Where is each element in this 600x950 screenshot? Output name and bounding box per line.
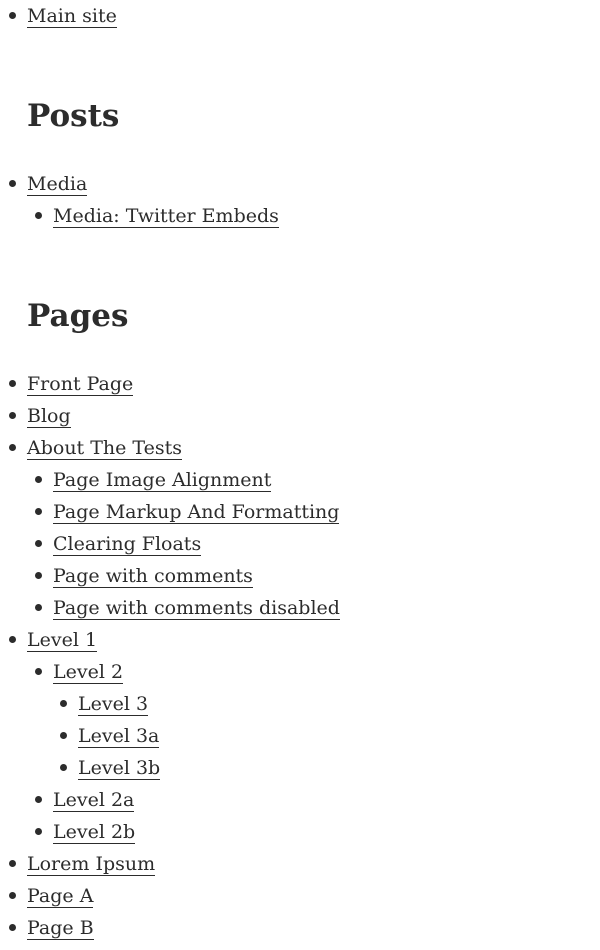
link-page-with-comments-disabled[interactable]: Page with comments disabled [53, 597, 340, 620]
link-page-image-alignment[interactable]: Page Image Alignment [53, 469, 272, 492]
link-page-a[interactable]: Page A [27, 885, 94, 908]
bullet-icon [35, 572, 42, 579]
bullet-icon [9, 380, 16, 387]
link-front-page[interactable]: Front Page [27, 373, 134, 396]
link-main-site[interactable]: Main site [27, 5, 117, 28]
bullet-icon [9, 924, 16, 931]
link-level-3b[interactable]: Level 3b [78, 757, 161, 780]
link-page-with-comments[interactable]: Page with comments [53, 565, 253, 588]
link-about-the-tests[interactable]: About The Tests [27, 437, 183, 460]
bullet-icon [60, 700, 67, 707]
bullet-icon [35, 540, 42, 547]
bullet-icon [60, 732, 67, 739]
bullet-icon [35, 828, 42, 835]
link-level-3[interactable]: Level 3 [78, 693, 149, 716]
link-level-2a[interactable]: Level 2a [53, 789, 135, 812]
bullet-icon [9, 860, 16, 867]
posts-heading: Posts [27, 98, 120, 134]
link-level-3a[interactable]: Level 3a [78, 725, 160, 748]
link-level-1[interactable]: Level 1 [27, 629, 98, 652]
link-level-2[interactable]: Level 2 [53, 661, 124, 684]
bullet-icon [9, 12, 16, 19]
bullet-icon [9, 892, 16, 899]
link-media-twitter-embeds[interactable]: Media: Twitter Embeds [53, 205, 279, 228]
bullet-icon [35, 508, 42, 515]
bullet-icon [9, 444, 16, 451]
bullet-icon [35, 604, 42, 611]
link-page-markup-and-formatting[interactable]: Page Markup And Formatting [53, 501, 340, 524]
bullet-icon [9, 180, 16, 187]
link-media[interactable]: Media [27, 173, 88, 196]
link-clearing-floats[interactable]: Clearing Floats [53, 533, 202, 556]
link-page-b[interactable]: Page B [27, 917, 94, 940]
link-lorem-ipsum[interactable]: Lorem Ipsum [27, 853, 156, 876]
link-blog[interactable]: Blog [27, 405, 71, 428]
bullet-icon [9, 412, 16, 419]
bullet-icon [35, 476, 42, 483]
bullet-icon [35, 212, 42, 219]
bullet-icon [35, 668, 42, 675]
bullet-icon [9, 636, 16, 643]
pages-heading: Pages [27, 298, 129, 334]
bullet-icon [60, 764, 67, 771]
bullet-icon [35, 796, 42, 803]
link-level-2b[interactable]: Level 2b [53, 821, 136, 844]
